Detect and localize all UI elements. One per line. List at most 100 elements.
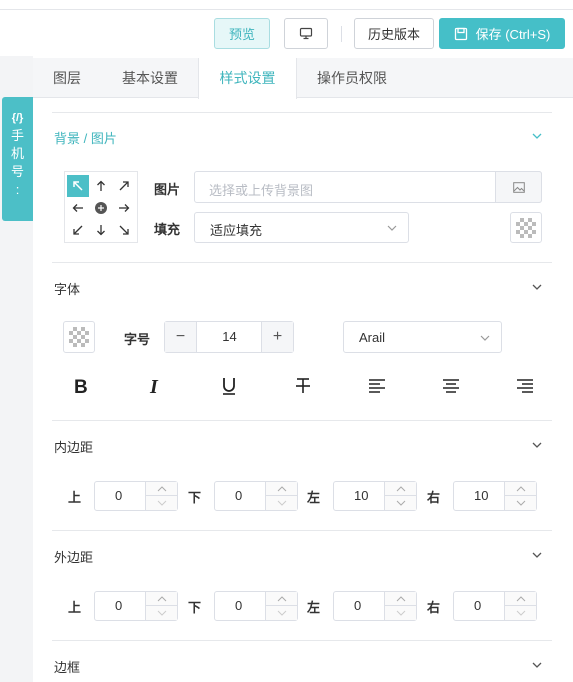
margin-right-value[interactable]: 0	[454, 592, 481, 620]
decrement-button[interactable]: −	[165, 322, 197, 352]
font-size-stepper: − 14 +	[164, 321, 294, 353]
desktop-view-button[interactable]	[284, 18, 328, 49]
chevron-down-icon[interactable]	[530, 280, 544, 294]
arrow-up-right-icon[interactable]	[113, 175, 135, 197]
style-panel	[33, 56, 573, 682]
svg-text:I: I	[149, 377, 159, 395]
chevron-down-icon[interactable]	[266, 496, 297, 510]
align-center-icon[interactable]	[439, 374, 463, 398]
stepper-arrows	[145, 592, 177, 620]
chevron-up-icon[interactable]	[505, 482, 536, 496]
padding-left-label: 左	[307, 490, 321, 505]
divider	[52, 530, 552, 531]
chevron-up-icon[interactable]	[385, 592, 416, 606]
margin-left-label: 左	[307, 600, 321, 615]
chevron-down-icon[interactable]	[385, 606, 416, 620]
arrow-down-icon[interactable]	[90, 219, 112, 241]
history-button[interactable]: 历史版本	[354, 18, 434, 49]
section-title-font[interactable]: 字体	[54, 279, 80, 298]
chevron-down-icon[interactable]	[266, 606, 297, 620]
arrow-down-right-icon[interactable]	[113, 219, 135, 241]
chevron-down-icon[interactable]	[530, 658, 544, 672]
monitor-icon	[299, 27, 313, 40]
section-title-background[interactable]: 背景 / 图片	[54, 128, 117, 147]
arrow-right-icon[interactable]	[113, 197, 135, 219]
chevron-up-icon[interactable]	[505, 592, 536, 606]
italic-icon[interactable]: I	[143, 374, 167, 398]
padding-left-stepper[interactable]: 10	[333, 481, 417, 511]
chevron-up-icon[interactable]	[146, 592, 177, 606]
font-family-select[interactable]: Arail	[343, 321, 502, 353]
arrow-up-left-icon[interactable]	[67, 175, 89, 197]
increment-button[interactable]: +	[261, 322, 293, 352]
stepper-arrows	[504, 482, 536, 510]
margin-left-value[interactable]: 0	[334, 592, 361, 620]
padding-bottom-value[interactable]: 0	[215, 482, 242, 510]
fill-label: 填充	[154, 222, 181, 237]
section-title-border[interactable]: 边框	[54, 657, 80, 676]
margin-bottom-value[interactable]: 0	[215, 592, 242, 620]
margin-bottom-label: 下	[188, 600, 202, 615]
tab-style-settings[interactable]: 样式设置	[198, 58, 297, 99]
tab-operator-permissions[interactable]: 操作员权限	[297, 58, 407, 98]
save-icon	[454, 27, 467, 40]
tab-layers[interactable]: 图层	[33, 58, 101, 98]
chevron-down-icon[interactable]	[505, 496, 536, 510]
chevron-down-icon[interactable]	[530, 548, 544, 562]
background-color-picker[interactable]	[510, 212, 542, 243]
padding-top-value[interactable]: 0	[95, 482, 122, 510]
arrow-left-icon[interactable]	[67, 197, 89, 219]
image-icon	[512, 181, 525, 193]
chevron-down-icon[interactable]	[385, 496, 416, 510]
divider	[52, 112, 552, 113]
side-tag-char: 机	[10, 146, 24, 161]
chevron-down-icon[interactable]	[530, 438, 544, 452]
padding-right-stepper[interactable]: 10	[453, 481, 537, 511]
section-title-padding[interactable]: 内边距	[54, 437, 93, 456]
strikethrough-icon[interactable]	[291, 374, 315, 398]
padding-bottom-stepper[interactable]: 0	[214, 481, 298, 511]
margin-right-stepper[interactable]: 0	[453, 591, 537, 621]
fill-mode-value: 适应填充	[210, 223, 263, 238]
underline-icon[interactable]	[217, 374, 241, 398]
chevron-up-icon[interactable]	[266, 592, 297, 606]
panel-tabs: 图层 基本设置 样式设置 操作员权限	[33, 58, 573, 99]
field-tag-phone[interactable]: {/} 手 机 号 :	[2, 97, 33, 221]
font-color-picker[interactable]	[63, 321, 95, 353]
bold-icon[interactable]: B	[69, 374, 93, 398]
align-left-icon[interactable]	[365, 374, 389, 398]
chevron-down-icon	[480, 335, 490, 341]
arrow-down-left-icon[interactable]	[67, 219, 89, 241]
save-button[interactable]: 保存 (Ctrl+S)	[439, 18, 565, 49]
margin-top-value[interactable]: 0	[95, 592, 122, 620]
margin-top-stepper[interactable]: 0	[94, 591, 178, 621]
chevron-down-icon[interactable]	[146, 606, 177, 620]
fill-mode-select[interactable]: 适应填充	[194, 212, 409, 243]
preview-button[interactable]: 预览	[214, 18, 270, 49]
padding-right-value[interactable]: 10	[454, 482, 488, 510]
image-upload-button[interactable]	[495, 171, 542, 203]
chevron-up-icon[interactable]	[385, 482, 416, 496]
align-right-icon[interactable]	[513, 374, 537, 398]
background-image-input[interactable]: 选择或上传背景图	[194, 171, 542, 203]
padding-top-stepper[interactable]: 0	[94, 481, 178, 511]
padding-top-label: 上	[68, 490, 82, 505]
toolbar-divider	[341, 26, 342, 42]
margin-left-stepper[interactable]: 0	[333, 591, 417, 621]
tab-basic-settings[interactable]: 基本设置	[101, 58, 199, 98]
chevron-down-icon[interactable]	[530, 129, 544, 143]
code-icon: {/}	[11, 112, 24, 124]
center-position-icon[interactable]	[90, 197, 112, 219]
font-size-value[interactable]: 14	[197, 322, 262, 352]
chevron-up-icon[interactable]	[266, 482, 297, 496]
arrow-up-icon[interactable]	[90, 175, 112, 197]
chevron-down-icon[interactable]	[505, 606, 536, 620]
stepper-arrows	[265, 482, 297, 510]
top-strip	[0, 0, 573, 10]
padding-left-value[interactable]: 10	[334, 482, 368, 510]
section-title-margin[interactable]: 外边距	[54, 547, 93, 566]
chevron-up-icon[interactable]	[146, 482, 177, 496]
chevron-down-icon[interactable]	[146, 496, 177, 510]
margin-bottom-stepper[interactable]: 0	[214, 591, 298, 621]
side-tag-char: 号	[10, 164, 24, 179]
